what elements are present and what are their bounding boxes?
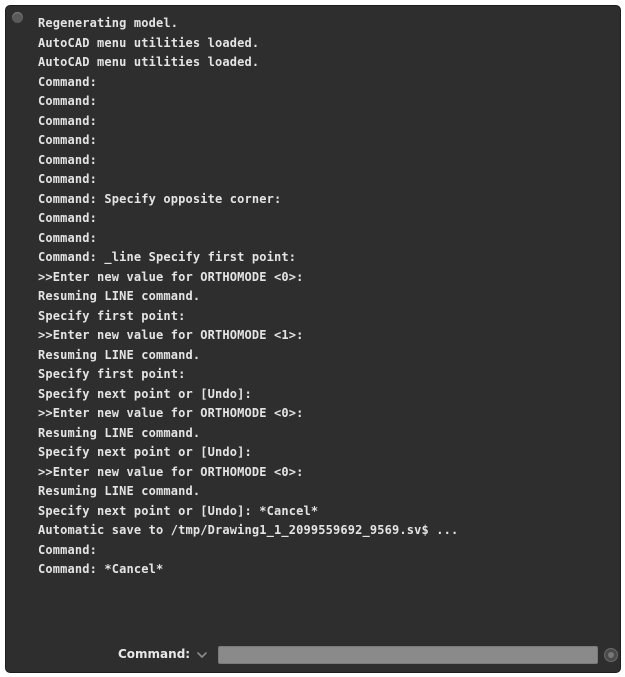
history-line: Regenerating model. — [38, 16, 179, 30]
command-line-window: Regenerating model. AutoCAD menu utilitie… — [6, 6, 620, 672]
history-line: Resuming LINE command. — [38, 289, 201, 303]
history-line: Command: — [38, 133, 97, 147]
command-bar: Command: — [6, 640, 620, 672]
command-input[interactable] — [218, 646, 598, 664]
history-line: Specify next point or [Undo]: — [38, 445, 252, 459]
history-line: Specify next point or [Undo]: — [38, 386, 252, 401]
history-line: Resuming LINE command. — [38, 425, 201, 440]
history-line: Command: — [38, 94, 97, 108]
history-line: >>Enter new value for ORTHOMODE <0>: — [38, 464, 304, 479]
history-line: Specify next point or [Undo]: *Cancel* — [38, 503, 319, 518]
chevron-down-icon[interactable] — [196, 649, 208, 661]
command-label: Command: — [118, 647, 191, 661]
history-line: Command: _line Specify first point: — [38, 250, 297, 264]
command-history: Regenerating model. AutoCAD menu utilitie… — [38, 14, 600, 580]
history-line: Command: — [38, 74, 97, 89]
history-line: Command: — [38, 230, 97, 245]
history-line: Command: — [38, 172, 97, 186]
history-line: Command: Specify opposite corner: — [38, 191, 282, 206]
history-line: Command: — [38, 211, 97, 225]
history-line: AutoCAD menu utilities loaded. — [38, 35, 260, 50]
close-icon[interactable] — [12, 12, 23, 23]
history-line: >>Enter new value for ORTHOMODE <1>: — [38, 328, 304, 342]
history-line: AutoCAD menu utilities loaded. — [38, 55, 260, 69]
history-line: Automatic save to /tmp/Drawing1_1_209955… — [38, 523, 459, 537]
history-line: Command: — [38, 542, 97, 557]
history-line: Command: *Cancel* — [38, 562, 164, 576]
history-line: Command: — [38, 113, 97, 128]
history-line: >>Enter new value for ORTHOMODE <0>: — [38, 269, 304, 284]
history-line: Resuming LINE command. — [38, 347, 201, 362]
history-line: Resuming LINE command. — [38, 484, 201, 498]
history-line: Specify first point: — [38, 308, 186, 323]
clear-icon[interactable] — [604, 648, 618, 662]
history-line: Specify first point: — [38, 367, 186, 381]
history-line: >>Enter new value for ORTHOMODE <0>: — [38, 406, 304, 420]
history-line: Command: — [38, 152, 97, 167]
